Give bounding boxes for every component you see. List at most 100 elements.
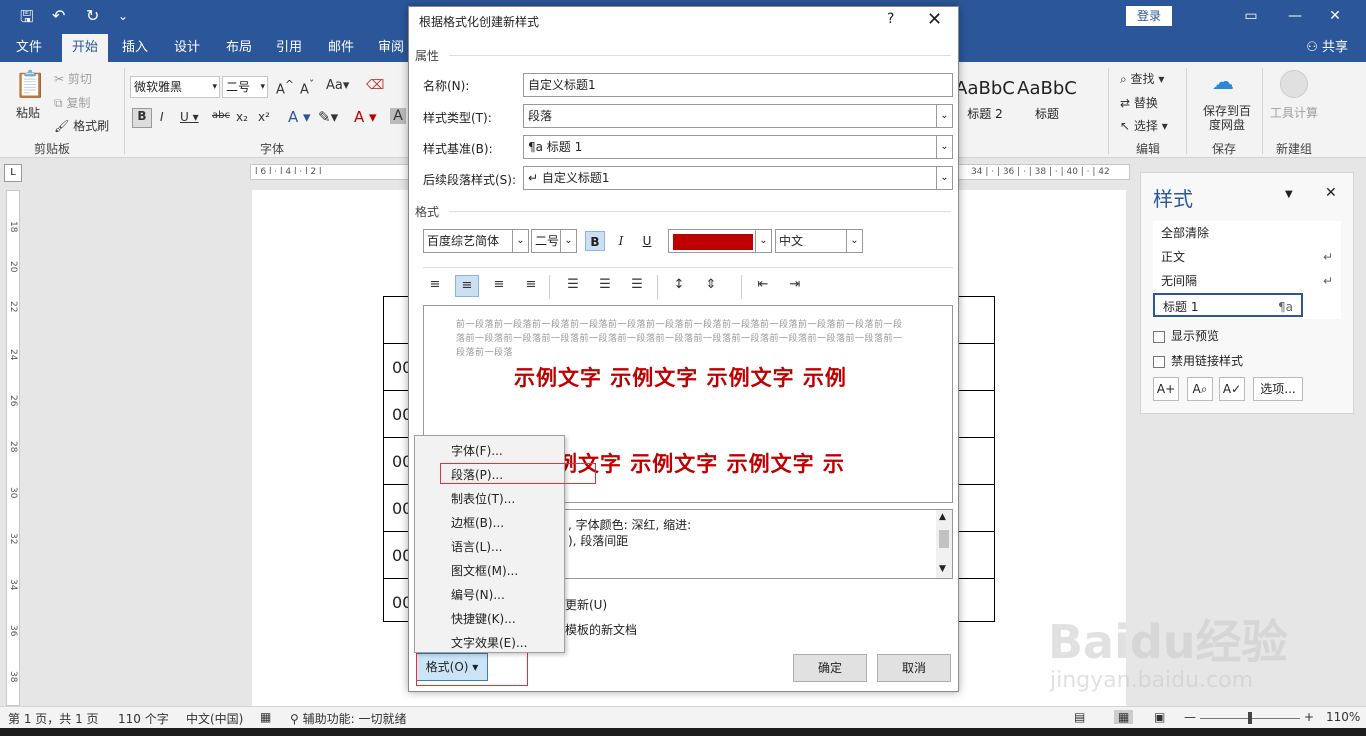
text-effects-icon[interactable]: A ▾ — [288, 108, 311, 126]
font-name-select[interactable]: 百度综艺简体 ⌄ — [423, 229, 529, 253]
highlight-icon[interactable]: ✎▾ — [318, 108, 338, 126]
print-layout-icon[interactable]: ▦ — [1114, 710, 1134, 724]
strikethrough-icon[interactable]: abc — [212, 110, 230, 121]
bold-button[interactable]: B — [585, 231, 605, 251]
tab-file[interactable]: 文件 — [6, 34, 52, 62]
undo-icon[interactable]: ↶ — [52, 6, 65, 25]
tab-insert[interactable]: 插入 — [112, 34, 158, 62]
save-icon[interactable]: 🖫 — [20, 6, 34, 33]
script-select[interactable]: 中文 ⌄ — [775, 229, 863, 253]
increase-indent-icon[interactable]: ⇥ — [783, 275, 807, 297]
tab-mailings[interactable]: 邮件 — [318, 34, 364, 62]
single-spacing-icon[interactable]: ☰ — [561, 275, 585, 297]
decrease-indent-icon[interactable]: ⇤ — [751, 275, 775, 297]
next-style-select[interactable]: ↵ 自定义标题1 ⌄ — [523, 166, 953, 190]
cancel-button[interactable]: 取消 — [877, 654, 951, 682]
ribbon-display-icon[interactable]: ▭ — [1236, 4, 1266, 28]
font-color-select[interactable]: ⌄ — [668, 229, 772, 253]
save-to-baidu-button[interactable]: 保存到百度网盘 — [1200, 104, 1254, 132]
minimize-icon[interactable]: — — [1280, 4, 1310, 28]
underline-button[interactable]: U — [637, 231, 657, 251]
subscript-icon[interactable]: x₂ — [236, 110, 248, 124]
help-icon[interactable]: ? — [887, 11, 894, 27]
scroll-up-icon[interactable]: ▲ — [939, 512, 946, 522]
select-button[interactable]: ↖ 选择 ▾ — [1120, 117, 1168, 134]
menu-item-font[interactable]: 字体(F)... — [451, 442, 503, 459]
menu-item-text-effects[interactable]: 文字效果(E)... — [451, 634, 527, 651]
style-item-clear-all[interactable]: 全部清除 — [1153, 221, 1341, 245]
page-count[interactable]: 第 1 页，共 1 页 — [8, 710, 99, 727]
menu-item-border[interactable]: 边框(B)... — [451, 514, 504, 531]
vertical-ruler[interactable]: 18 20 22 24 26 28 30 32 34 36 38 — [6, 190, 20, 706]
clear-format-icon[interactable]: ⌫ — [366, 78, 384, 93]
menu-item-numbering[interactable]: 编号(N)... — [451, 586, 505, 603]
bold-icon[interactable]: B — [132, 108, 152, 128]
tab-home[interactable]: 开始 — [62, 34, 109, 62]
word-count[interactable]: 110 个字 — [118, 710, 169, 727]
tab-design[interactable]: 设计 — [164, 34, 210, 62]
pane-options-icon[interactable]: ▼ — [1285, 189, 1293, 200]
font-color-icon[interactable]: A ▾ — [354, 108, 377, 126]
paste-icon[interactable]: 📋 — [14, 70, 46, 100]
style-based-select[interactable]: ¶a 标题 1 ⌄ — [523, 135, 953, 159]
new-style-icon[interactable]: A+ — [1153, 377, 1179, 401]
close-icon[interactable]: ✕ — [927, 9, 942, 30]
style-title[interactable]: AaBbC 标题 — [1008, 70, 1086, 130]
grow-font-icon[interactable]: A^ — [276, 78, 294, 97]
tools-calc-button[interactable]: 工具计算 — [1270, 104, 1318, 121]
style-type-select[interactable]: 段落 ⌄ — [523, 104, 953, 128]
format-painter-button[interactable]: 🖌 格式刷 — [54, 117, 109, 134]
style-item-no-spacing[interactable]: 无间隔 ↵ — [1153, 269, 1341, 293]
description-scrollbar[interactable]: ▲ ▼ — [936, 510, 952, 578]
find-button[interactable]: ⌕ 查找 ▾ — [1120, 70, 1164, 87]
read-mode-icon[interactable]: ▤ — [1074, 710, 1085, 724]
cut-button[interactable]: ✂ 剪切 — [54, 70, 92, 87]
style-item-normal[interactable]: 正文 ↵ — [1153, 245, 1341, 269]
style-inspector-icon[interactable]: A⌕ — [1187, 377, 1213, 401]
baidu-cloud-icon[interactable]: ☁ — [1212, 70, 1234, 95]
align-left-icon[interactable]: ≡ — [423, 275, 447, 297]
tab-selector[interactable]: L — [4, 164, 22, 182]
menu-item-language[interactable]: 语言(L)... — [451, 538, 503, 555]
onehalf-spacing-icon[interactable]: ☰ — [593, 275, 617, 297]
login-button[interactable]: 登录 — [1126, 6, 1172, 26]
zoom-out-icon[interactable]: — — [1184, 710, 1196, 724]
options-button[interactable]: 选项... — [1253, 377, 1303, 401]
ok-button[interactable]: 确定 — [793, 654, 867, 682]
language-status[interactable]: 中文(中国) — [186, 710, 243, 727]
menu-item-shortcut-key[interactable]: 快捷键(K)... — [451, 610, 516, 627]
close-window-icon[interactable]: ✕ — [1320, 4, 1350, 28]
zoom-level[interactable]: 110% — [1326, 710, 1360, 724]
font-size-box[interactable]: 二号 ▾ — [222, 76, 268, 98]
change-case-icon[interactable]: Aa▾ — [326, 78, 349, 93]
style-name-input[interactable]: 自定义标题1 — [523, 73, 953, 97]
macro-icon[interactable]: ▦ — [260, 710, 271, 724]
template-docs-label[interactable]: 该模板的新文档 — [553, 621, 637, 638]
underline-icon[interactable]: U ▾ — [180, 110, 199, 124]
customize-quick-access-icon[interactable]: ⌄ — [118, 9, 128, 23]
superscript-icon[interactable]: x² — [258, 110, 270, 124]
align-right-icon[interactable]: ≡ — [487, 275, 511, 297]
style-item-heading1[interactable]: 标题 1 ¶a — [1153, 293, 1303, 317]
menu-item-tabs[interactable]: 制表位(T)... — [451, 490, 515, 507]
zoom-in-icon[interactable]: + — [1304, 710, 1314, 724]
font-name-box[interactable]: 微软雅黑 ▾ — [130, 76, 220, 98]
font-size-select[interactable]: 二号 ⌄ — [531, 229, 577, 253]
align-center-icon[interactable]: ≡ — [455, 275, 479, 297]
accessibility-status[interactable]: ⚲ 辅助功能: 一切就绪 — [290, 710, 406, 727]
decrease-spacing-icon[interactable]: ⇕ — [699, 275, 723, 297]
zoom-slider-thumb[interactable] — [1248, 712, 1252, 724]
replace-button[interactable]: ⇄ 替换 — [1120, 94, 1158, 111]
redo-icon[interactable]: ↻ — [86, 6, 99, 25]
italic-button[interactable]: I — [611, 231, 631, 251]
web-layout-icon[interactable]: ▣ — [1154, 710, 1165, 724]
copy-button[interactable]: ⧉ 复制 — [54, 94, 90, 111]
menu-item-frame[interactable]: 图文框(M)... — [451, 562, 518, 579]
shrink-font-icon[interactable]: Aˇ — [300, 78, 314, 97]
scroll-down-icon[interactable]: ▼ — [939, 564, 946, 574]
tab-layout[interactable]: 布局 — [216, 34, 262, 62]
close-pane-icon[interactable]: ✕ — [1325, 185, 1337, 201]
manage-styles-icon[interactable]: A✓ — [1219, 377, 1245, 401]
double-spacing-icon[interactable]: ☰ — [625, 275, 649, 297]
character-shading-icon[interactable]: A — [390, 108, 406, 124]
